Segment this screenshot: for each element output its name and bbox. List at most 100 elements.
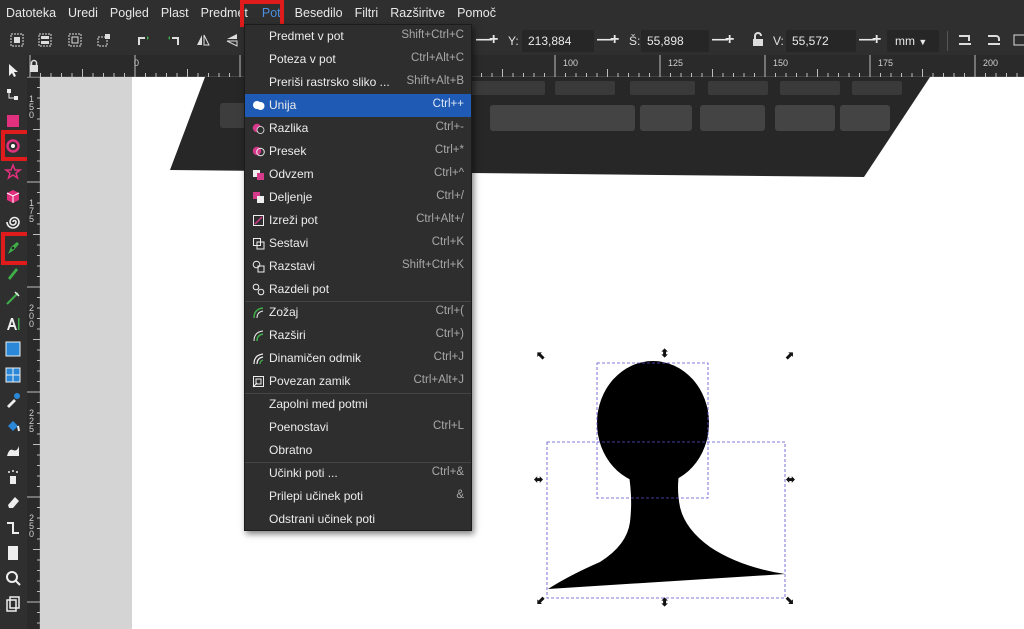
intersection-icon <box>252 145 265 158</box>
menu-item-label: Izreži pot <box>269 213 318 227</box>
menu-item-odvzem[interactable]: Odvzem Ctrl+^ <box>245 163 471 186</box>
menu-help[interactable]: Pomoč <box>451 0 502 27</box>
spiral-tool-icon[interactable] <box>4 213 22 231</box>
menu-extensions[interactable]: Razširitve <box>384 0 451 27</box>
menu-item-povezan-zamik[interactable]: Povezan zamik Ctrl+Alt+J <box>245 370 471 393</box>
menu-text[interactable]: Besedilo <box>289 0 349 27</box>
spray-tool-icon[interactable] <box>4 468 22 486</box>
menu-item-obratno[interactable]: Obratno <box>245 439 471 462</box>
pages-tool-icon[interactable] <box>4 544 22 562</box>
scale-corners-icon[interactable] <box>986 32 1002 48</box>
rectangle-tool-icon[interactable] <box>4 112 22 130</box>
menu-item-label: Predmet v pot <box>269 29 344 43</box>
unit-select[interactable]: mm ▼ <box>887 30 939 52</box>
menu-item-izreži-pot[interactable]: Izreži pot Ctrl+Alt+/ <box>245 209 471 232</box>
menu-item-poteza-v-pot[interactable]: Poteza v pot Ctrl+Alt+C <box>245 48 471 71</box>
x-increment-button[interactable]: + <box>489 32 498 48</box>
unit-value: mm <box>895 34 915 48</box>
mesh-tool-icon[interactable] <box>4 366 22 384</box>
menu-item-label: Povezan zamik <box>269 374 351 388</box>
menu-item-label: Poenostavi <box>269 420 329 434</box>
select-all-icon[interactable] <box>9 32 25 48</box>
lock-ratio-icon[interactable] <box>750 32 766 48</box>
menu-item-shortcut: Ctrl+Alt+/ <box>416 213 464 225</box>
menu-item-dinamičen-odmik[interactable]: Dinamičen odmik Ctrl+J <box>245 347 471 370</box>
menu-item-odstrani-učinek-poti[interactable]: Odstrani učinek poti <box>245 508 471 531</box>
rotate-cw-icon[interactable] <box>165 32 181 48</box>
bust-silhouette[interactable] <box>548 361 785 589</box>
resize-handle-sw-icon[interactable]: ⬋ <box>536 596 545 607</box>
paint-bucket-tool-icon[interactable] <box>4 417 22 435</box>
menu-item-zožaj[interactable]: Zožaj Ctrl+( <box>245 301 471 324</box>
connector-tool-icon[interactable] <box>4 519 22 537</box>
menu-item-shortcut: & <box>456 489 464 501</box>
pencil-tool-icon[interactable] <box>4 264 22 282</box>
zoom-tool-icon[interactable] <box>4 569 22 587</box>
combine-icon <box>252 237 265 250</box>
difference-icon <box>252 122 265 135</box>
3d-box-tool-icon[interactable] <box>4 188 22 206</box>
gradient-tool-icon[interactable] <box>4 340 22 358</box>
eraser-tool-icon[interactable] <box>4 493 22 511</box>
dropper-tool-icon[interactable] <box>4 391 22 409</box>
menu-item-zapolni-med-potmi[interactable]: Zapolni med potmi <box>245 393 471 416</box>
menu-item-razlika[interactable]: Razlika Ctrl+- <box>245 117 471 140</box>
y-field[interactable]: 213,884 <box>522 30 594 52</box>
break-apart-icon <box>252 260 265 273</box>
menu-item-presek[interactable]: Presek Ctrl+* <box>245 140 471 163</box>
text-tool-icon[interactable] <box>4 315 22 333</box>
star-tool-icon[interactable] <box>4 163 22 181</box>
lock-guides-icon[interactable] <box>28 58 40 74</box>
scale-gradient-icon[interactable] <box>1012 32 1024 48</box>
resize-handle-n-icon[interactable]: ⬍ <box>660 349 669 360</box>
menu-item-razdeli-pot[interactable]: Razdeli pot <box>245 278 471 301</box>
height-field[interactable]: 55,572 <box>786 30 856 52</box>
menu-item-preriši-rastrsko-sliko[interactable]: Preriši rastrsko sliko ... Shift+Alt+B <box>245 71 471 94</box>
flip-vertical-icon[interactable] <box>224 32 240 48</box>
touch-select-icon[interactable] <box>96 32 112 48</box>
width-field[interactable]: 55,898 <box>641 30 709 52</box>
inset-icon <box>252 306 265 319</box>
menu-edit[interactable]: Uredi <box>62 0 104 27</box>
resize-handle-nw-icon[interactable]: ⬉ <box>536 351 545 362</box>
ruler-label: 2 5 0 <box>29 513 35 539</box>
height-increment-button[interactable]: + <box>872 32 881 48</box>
resize-handle-se-icon[interactable]: ⬊ <box>785 596 794 607</box>
canvas[interactable]: ⬉ ⬍ ⬈ ⬌ ⬌ ⬋ ⬍ ⬊ <box>40 77 1024 629</box>
ruler-label: 2 0 0 <box>29 303 35 329</box>
node-tool-icon[interactable] <box>4 86 22 104</box>
path-menu: Predmet v pot Shift+Ctrl+C Poteza v pot Ctr… <box>244 24 472 531</box>
menu-item-label: Zapolni med potmi <box>269 397 368 411</box>
rotate-ccw-icon[interactable] <box>136 32 152 48</box>
resize-handle-ne-icon[interactable]: ⬈ <box>785 351 794 362</box>
menu-view[interactable]: Pogled <box>104 0 155 27</box>
tweak-tool-icon[interactable] <box>4 442 22 460</box>
menu-filters[interactable]: Filtri <box>349 0 385 27</box>
menu-item-razširi[interactable]: Razširi Ctrl+) <box>245 324 471 347</box>
menu-item-predmet-v-pot[interactable]: Predmet v pot Shift+Ctrl+C <box>245 25 471 48</box>
width-increment-button[interactable]: + <box>725 32 734 48</box>
menu-layer[interactable]: Plast <box>155 0 195 27</box>
resize-handle-e-icon[interactable]: ⬌ <box>786 475 795 486</box>
menu-item-sestavi[interactable]: Sestavi Ctrl+K <box>245 232 471 255</box>
menu-file[interactable]: Datoteka <box>0 0 62 27</box>
calligraphy-tool-icon[interactable] <box>4 289 22 307</box>
toolbar-separator <box>947 31 948 51</box>
menu-item-poenostavi[interactable]: Poenostavi Ctrl+L <box>245 416 471 439</box>
menu-item-deljenje[interactable]: Deljenje Ctrl+/ <box>245 186 471 209</box>
measure-tool-icon[interactable] <box>4 595 22 613</box>
menu-item-učinki-poti[interactable]: Učinki poti ... Ctrl+& <box>245 462 471 485</box>
scale-stroke-icon[interactable] <box>957 32 973 48</box>
deselect-icon[interactable] <box>67 32 83 48</box>
menu-item-prilepi-učinek-poti[interactable]: Prilepi učinek poti & <box>245 485 471 508</box>
resize-handle-s-icon[interactable]: ⬍ <box>660 598 669 609</box>
menu-item-shortcut: Ctrl+- <box>435 121 464 133</box>
select-all-layers-icon[interactable] <box>37 32 53 48</box>
menu-item-unija[interactable]: Unija Ctrl++ <box>245 94 471 117</box>
y-increment-button[interactable]: + <box>610 32 619 48</box>
resize-handle-w-icon[interactable]: ⬌ <box>534 475 543 486</box>
width-label: Š: <box>629 34 641 48</box>
menu-item-razstavi[interactable]: Razstavi Shift+Ctrl+K <box>245 255 471 278</box>
selector-tool-icon[interactable] <box>4 61 22 79</box>
flip-horizontal-icon[interactable] <box>195 32 211 48</box>
